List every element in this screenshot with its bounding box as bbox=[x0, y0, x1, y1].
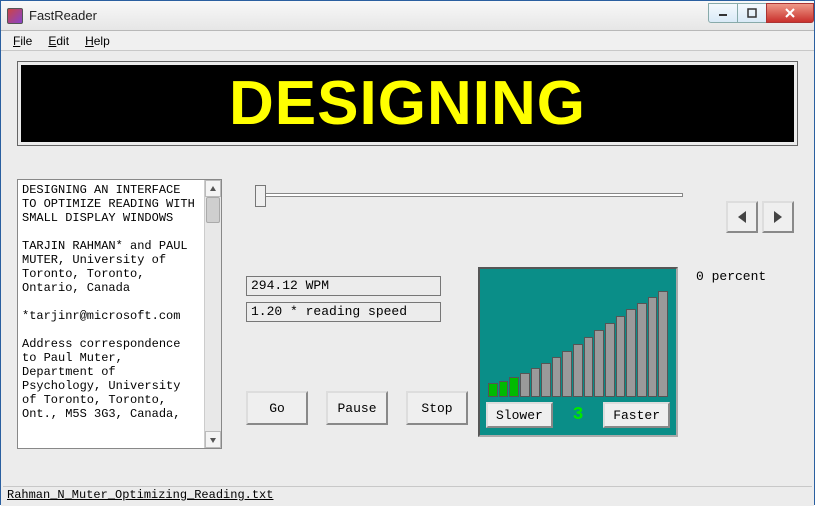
scrollbar[interactable] bbox=[204, 180, 221, 448]
app-icon bbox=[7, 8, 23, 24]
speed-controls: Slower 3 Faster bbox=[486, 401, 670, 429]
minimize-button[interactable] bbox=[708, 3, 738, 23]
pause-button[interactable]: Pause bbox=[326, 391, 388, 425]
status-filename: Rahman_N_Muter_Optimizing_Reading.txt bbox=[7, 488, 273, 502]
speed-panel: Slower 3 Faster bbox=[478, 267, 678, 437]
close-button[interactable] bbox=[766, 3, 814, 23]
speed-multiplier-display: 1.20 * reading speed bbox=[246, 302, 441, 322]
status-bar: Rahman_N_Muter_Optimizing_Reading.txt bbox=[3, 486, 812, 504]
prev-button[interactable] bbox=[726, 201, 758, 233]
document-panel bbox=[17, 179, 222, 449]
speed-bar bbox=[648, 297, 658, 397]
playback-controls: Go Pause Stop bbox=[246, 391, 468, 425]
maximize-button[interactable] bbox=[737, 3, 767, 23]
scroll-track[interactable] bbox=[205, 197, 221, 431]
menu-help[interactable]: Help bbox=[77, 32, 118, 50]
chevron-left-icon bbox=[735, 210, 749, 224]
slider-track bbox=[259, 193, 683, 197]
speed-bar bbox=[573, 344, 583, 397]
document-text[interactable] bbox=[18, 180, 204, 448]
speed-bar bbox=[626, 309, 636, 397]
speed-bar bbox=[499, 381, 509, 397]
wpm-display: 294.12 WPM bbox=[246, 276, 441, 296]
stop-button[interactable]: Stop bbox=[406, 391, 468, 425]
speed-bar bbox=[520, 373, 530, 397]
speed-bar bbox=[541, 363, 551, 397]
chevron-right-icon bbox=[771, 210, 785, 224]
menu-bar: File Edit Help bbox=[1, 31, 814, 51]
slower-button[interactable]: Slower bbox=[486, 402, 553, 428]
progress-slider[interactable] bbox=[251, 189, 691, 213]
speed-bar bbox=[584, 337, 594, 397]
client-area: DESIGNING 0 percent 294.12 WPM 1.20 * re bbox=[1, 51, 814, 506]
scroll-down-icon[interactable] bbox=[205, 431, 221, 448]
window-buttons bbox=[709, 3, 814, 23]
display-word: DESIGNING bbox=[21, 65, 794, 142]
title-bar: FastReader bbox=[1, 1, 814, 31]
speed-bar bbox=[552, 357, 562, 397]
display-panel: DESIGNING bbox=[17, 61, 798, 146]
speed-bar bbox=[509, 377, 519, 397]
speed-bar bbox=[637, 303, 647, 397]
speed-level: 3 bbox=[573, 405, 584, 425]
speed-bar bbox=[605, 323, 615, 397]
nav-buttons bbox=[726, 201, 794, 233]
slider-thumb[interactable] bbox=[255, 185, 266, 207]
scroll-up-icon[interactable] bbox=[205, 180, 221, 197]
scroll-thumb[interactable] bbox=[206, 197, 220, 223]
window-title: FastReader bbox=[29, 8, 709, 23]
faster-button[interactable]: Faster bbox=[603, 402, 670, 428]
menu-edit[interactable]: Edit bbox=[40, 32, 77, 50]
next-button[interactable] bbox=[762, 201, 794, 233]
speed-bar bbox=[658, 291, 668, 397]
menu-file[interactable]: File bbox=[5, 32, 40, 50]
speed-bar bbox=[562, 351, 572, 397]
go-button[interactable]: Go bbox=[246, 391, 308, 425]
speed-bars bbox=[488, 287, 668, 397]
speed-bar bbox=[488, 383, 498, 397]
speed-bar bbox=[594, 330, 604, 397]
speed-bar bbox=[531, 368, 541, 397]
percent-label: 0 percent bbox=[696, 269, 766, 284]
speed-bar bbox=[616, 316, 626, 397]
